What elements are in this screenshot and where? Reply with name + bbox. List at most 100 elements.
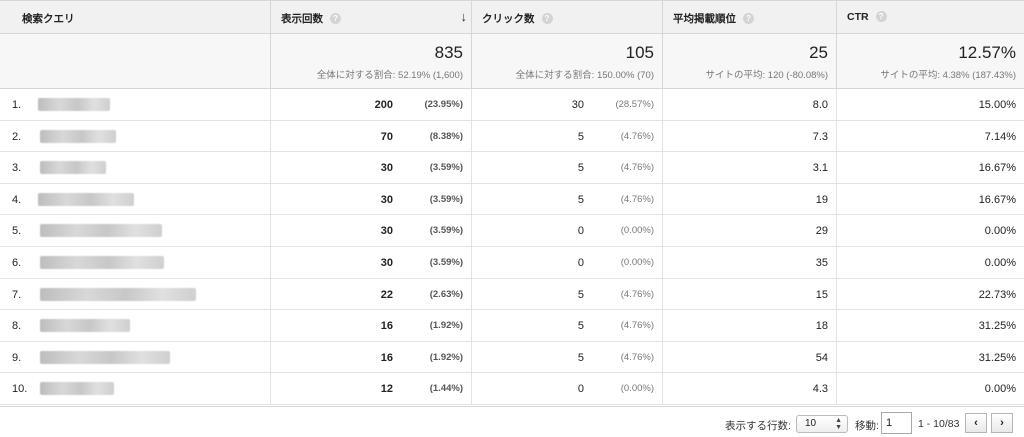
avg-position-value: 3.1 (812, 162, 828, 175)
header-query[interactable]: 検索クエリ (0, 1, 271, 33)
clicks-cell: 5 (4.76%) (472, 183, 663, 215)
totals-impressions: 835 全体に対する割合: 52.19% (1,600) (271, 34, 472, 88)
impressions-cell: 16 (1.92%) (271, 341, 472, 373)
query-cell[interactable]: 5. (0, 215, 271, 246)
impressions-cell: 30 (3.59%) (271, 183, 472, 215)
ctr-value: 0.00% (984, 256, 1016, 269)
help-icon[interactable]: ? (875, 11, 887, 22)
next-page-button[interactable]: › (991, 413, 1013, 433)
avg-position-value: 35 (815, 256, 828, 269)
avg-position-value: 7.3 (812, 130, 828, 143)
totals-impressions-value: 835 (434, 43, 463, 62)
query-cell[interactable]: 3. (0, 152, 271, 183)
row-number: 6. (12, 256, 22, 269)
ctr-value: 0.00% (984, 225, 1016, 238)
query-cell[interactable]: 2. (0, 120, 271, 152)
clicks-percent: (4.76%) (620, 351, 654, 363)
header-avg-position[interactable]: 平均掲載順位? (663, 1, 837, 33)
clicks-percent: (4.76%) (620, 162, 654, 174)
impressions-value: 200 (374, 99, 393, 111)
clicks-value: 5 (577, 162, 584, 175)
impressions-percent: (3.59%) (429, 225, 463, 237)
ctr-value: 15.00% (978, 99, 1016, 111)
clicks-percent: (28.57%) (615, 99, 654, 110)
avg-position-value: 15 (815, 288, 828, 301)
clicks-cell: 5 (4.76%) (472, 152, 663, 183)
prev-page-button[interactable]: ‹ (965, 413, 987, 433)
ctr-cell: 16.67% (837, 152, 1024, 183)
totals-row: 835 全体に対する割合: 52.19% (1,600) 105 全体に対する割… (0, 34, 1024, 89)
ctr-cell: 0.00% (837, 373, 1024, 404)
ctr-cell: 15.00% (837, 89, 1024, 120)
clicks-cell: 5 (4.76%) (472, 341, 663, 373)
avg-position-cell: 29 (663, 215, 837, 246)
redacted-query (40, 382, 114, 396)
avg-position-cell: 15 (663, 278, 837, 310)
query-cell[interactable]: 8. (0, 310, 271, 341)
help-icon[interactable]: ? (330, 13, 341, 24)
ctr-cell: 7.14% (837, 121, 1024, 152)
page-range: 1 - 10/83 (918, 418, 960, 430)
impressions-percent: (3.59%) (429, 193, 463, 205)
totals-avg-position-value: 25 (809, 43, 828, 62)
table-row: 6. 30 (3.59%) 0 (0.00%) 35 0.00% (0, 246, 1024, 279)
goto-page-input[interactable]: 1 (881, 412, 912, 434)
totals-ctr-value: 12.57% (958, 43, 1016, 62)
header-ctr-label: CTR? (847, 11, 887, 23)
avg-position-value: 54 (815, 351, 828, 364)
totals-clicks: 105 全体に対する割合: 150.00% (70) (472, 34, 663, 88)
query-cell[interactable]: 6. (0, 246, 271, 278)
clicks-value: 0 (577, 383, 584, 396)
query-cell[interactable]: 4. (0, 183, 271, 215)
clicks-cell: 5 (4.76%) (472, 278, 663, 310)
table-row: 9. 16 (1.92%) 5 (4.76%) 54 31.25% (0, 341, 1024, 374)
clicks-cell: 0 (0.00%) (472, 246, 663, 278)
avg-position-cell: 35 (663, 246, 837, 278)
clicks-value: 5 (577, 320, 584, 333)
goto-label: 移動: (855, 420, 879, 432)
table-row: 4. 30 (3.59%) 5 (4.76%) 19 16.67% (0, 183, 1024, 216)
row-number: 8. (12, 320, 22, 333)
help-icon[interactable]: ? (541, 13, 553, 24)
avg-position-value: 8.0 (812, 99, 828, 111)
query-cell[interactable]: 1. (0, 89, 271, 120)
clicks-cell: 5 (4.76%) (472, 120, 663, 152)
query-cell[interactable]: 10. (0, 373, 271, 404)
row-number: 10. (12, 383, 28, 396)
impressions-percent: (1.44%) (429, 383, 463, 395)
clicks-value: 5 (577, 130, 584, 143)
header-clicks[interactable]: クリック数? (472, 1, 663, 33)
help-icon[interactable]: ? (743, 13, 754, 24)
totals-query-cell (0, 34, 271, 88)
header-ctr[interactable]: CTR? (837, 1, 1024, 33)
header-impressions[interactable]: 表示回数? ↓ (271, 1, 472, 33)
totals-clicks-share: 全体に対する割合: 150.00% (70) (515, 70, 654, 81)
avg-position-cell: 18 (663, 310, 837, 341)
row-number: 1. (12, 99, 22, 111)
row-number: 2. (12, 130, 22, 143)
table-row: 5. 30 (3.59%) 0 (0.00%) 29 0.00% (0, 215, 1024, 247)
sort-descending-icon: ↓ (460, 9, 468, 24)
impressions-cell: 30 (3.59%) (271, 215, 472, 246)
clicks-cell: 0 (0.00%) (472, 215, 663, 246)
impressions-cell: 200 (23.95%) (271, 89, 472, 120)
impressions-value: 16 (380, 351, 393, 364)
ctr-cell: 22.73% (837, 279, 1024, 310)
redacted-query (40, 129, 116, 143)
ctr-value: 7.14% (984, 130, 1016, 143)
query-cell[interactable]: 7. (0, 278, 271, 310)
redacted-query (40, 161, 106, 175)
avg-position-value: 18 (815, 320, 828, 333)
table-row: 8. 16 (1.92%) 5 (4.76%) 18 31.25% (0, 310, 1024, 342)
clicks-percent: (0.00%) (620, 256, 654, 268)
rows-per-page-value: 10 (805, 418, 817, 429)
select-arrows-icon: ▲ ▼ (835, 417, 842, 431)
header-impressions-label: 表示回数? (281, 11, 341, 26)
impressions-cell: 30 (3.59%) (271, 152, 472, 183)
query-cell[interactable]: 9. (0, 341, 271, 373)
clicks-value: 0 (577, 225, 584, 238)
redacted-query (38, 98, 110, 111)
row-number: 7. (12, 288, 22, 301)
row-number: 5. (12, 225, 22, 238)
rows-per-page-select[interactable]: 10 ▲ ▼ (796, 415, 848, 433)
